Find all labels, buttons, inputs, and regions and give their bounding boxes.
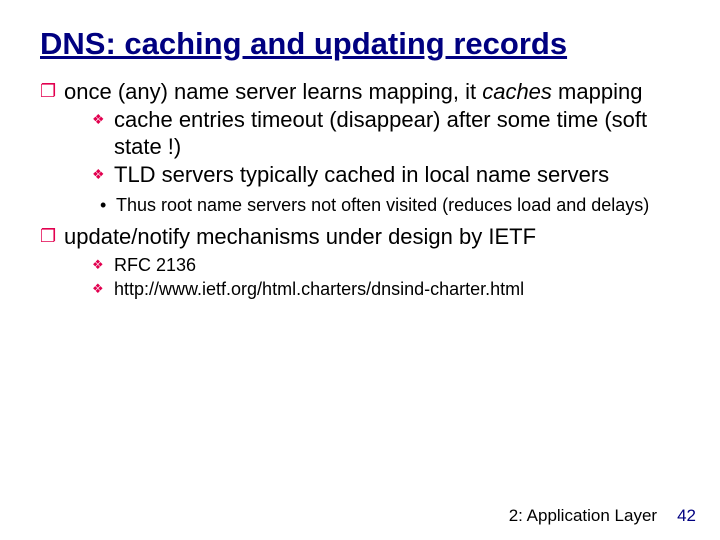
bullet-text: cache entries timeout (disappear) after … (114, 106, 680, 161)
text-run: mapping (558, 79, 642, 104)
diamond-bullet-icon: ❖ (92, 106, 114, 161)
slide: DNS: caching and updating records ❐ once… (0, 0, 720, 540)
slide-title: DNS: caching and updating records (40, 25, 680, 62)
bullet-text: update/notify mechanisms under design by… (64, 223, 680, 301)
list-item: ❖ RFC 2136 (92, 254, 680, 277)
text-run: update/notify mechanisms under design by… (64, 224, 536, 249)
diamond-bullet-icon: ❖ (92, 161, 114, 189)
square-bullet-icon: ❐ (40, 78, 64, 188)
list-item: ❖ TLD servers typically cached in local … (92, 161, 680, 189)
list-item: ❐ once (any) name server learns mapping,… (40, 78, 680, 188)
diamond-bullet-icon: ❖ (92, 254, 114, 277)
diamond-bullet-icon: ❖ (92, 278, 114, 301)
bullet-text: http://www.ietf.org/html.charters/dnsind… (114, 278, 680, 301)
slide-footer: 2: Application Layer 42 (509, 506, 696, 526)
text-run: once (any) name server learns mapping, i… (64, 79, 482, 104)
list-item: • Thus root name servers not often visit… (100, 194, 680, 217)
bullet-text: TLD servers typically cached in local na… (114, 161, 680, 189)
footer-page-number: 42 (677, 506, 696, 526)
footer-chapter: 2: Application Layer (509, 506, 657, 526)
slide-body: ❐ once (any) name server learns mapping,… (40, 78, 680, 301)
list-item: ❐ update/notify mechanisms under design … (40, 223, 680, 301)
list-item: ❖ http://www.ietf.org/html.charters/dnsi… (92, 278, 680, 301)
bullet-text: RFC 2136 (114, 254, 680, 277)
text-italic: caches (482, 79, 552, 104)
bullet-text: once (any) name server learns mapping, i… (64, 78, 680, 188)
list-item: ❖ cache entries timeout (disappear) afte… (92, 106, 680, 161)
square-bullet-icon: ❐ (40, 223, 64, 301)
dot-bullet-icon: • (100, 194, 116, 217)
bullet-text: Thus root name servers not often visited… (116, 194, 680, 217)
